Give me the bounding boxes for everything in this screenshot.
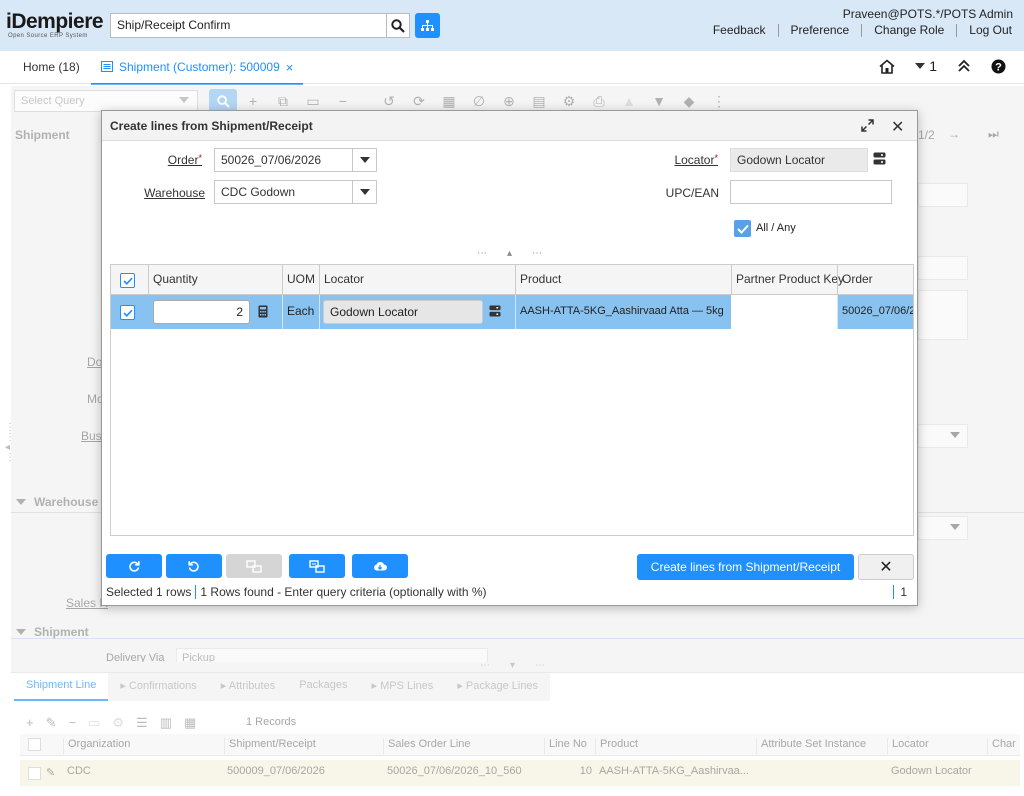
cell-order: 50026_07/06/2026 bbox=[837, 295, 913, 329]
status-count: 1 bbox=[893, 585, 907, 599]
user-info: Praveen@POTS.*/POTS Admin bbox=[842, 7, 1013, 21]
search-button[interactable] bbox=[386, 13, 410, 38]
cancel-button[interactable]: ✕ bbox=[858, 554, 914, 580]
select-all-icon bbox=[309, 559, 325, 573]
lines-grid: Quantity UOM Locator Product Partner Pro… bbox=[110, 264, 914, 536]
close-icon[interactable]: ✕ bbox=[891, 117, 904, 137]
tab-shipment[interactable]: Shipment (Customer): 500009 × bbox=[91, 51, 304, 85]
undo-icon bbox=[188, 561, 199, 572]
search-icon bbox=[391, 18, 405, 33]
dialog-title: Create lines from Shipment/Receipt bbox=[102, 111, 917, 141]
warehouse-label: Warehouse bbox=[144, 186, 205, 200]
status-bar: Selected 1 rows 1 Rows found - Enter quer… bbox=[106, 585, 487, 599]
upc-ean-input[interactable] bbox=[730, 180, 892, 204]
locator-icon bbox=[873, 152, 886, 165]
select-all-checkbox[interactable] bbox=[120, 273, 135, 288]
header-links: Feedback Preference Change Role Log Out bbox=[701, 24, 1024, 37]
calculator-icon[interactable] bbox=[258, 305, 268, 321]
refresh-button[interactable] bbox=[106, 554, 162, 578]
locator-field[interactable]: Godown Locator bbox=[730, 148, 868, 172]
col-partner-product-key[interactable]: Partner Product Key bbox=[731, 265, 844, 295]
cell-uom: Each bbox=[282, 295, 319, 329]
status-selected: Selected 1 rows bbox=[106, 585, 192, 599]
window-icon bbox=[101, 61, 113, 72]
col-locator[interactable]: Locator bbox=[319, 265, 515, 295]
all-any-label: All / Any bbox=[756, 222, 796, 234]
close-tab-icon[interactable]: × bbox=[286, 60, 294, 83]
col-uom[interactable]: UOM bbox=[282, 265, 319, 295]
col-product[interactable]: Product bbox=[515, 265, 731, 295]
sitemap-icon bbox=[421, 19, 434, 31]
check-icon bbox=[736, 224, 749, 234]
tab-shipment-label: Shipment (Customer): 500009 bbox=[119, 60, 280, 74]
tab-home[interactable]: Home (18) bbox=[23, 60, 80, 74]
quantity-input[interactable]: 2 bbox=[153, 300, 250, 324]
refresh-icon bbox=[129, 561, 140, 572]
chevron-down-icon bbox=[915, 63, 926, 69]
preference-link[interactable]: Preference bbox=[777, 24, 862, 37]
locator-button[interactable] bbox=[873, 152, 886, 168]
required-marker: * bbox=[198, 153, 202, 163]
deselect-all-button[interactable] bbox=[226, 554, 282, 578]
warehouse-dropdown-button[interactable] bbox=[352, 180, 376, 204]
locator-icon bbox=[489, 305, 501, 317]
logo-text: iDempiere bbox=[6, 10, 104, 33]
window-nav-icons: 1 ? bbox=[879, 58, 1006, 74]
check-icon bbox=[122, 277, 133, 285]
all-any-checkbox[interactable] bbox=[734, 220, 751, 237]
global-search-input[interactable]: Ship/Receipt Confirm bbox=[110, 13, 387, 38]
required-marker: * bbox=[714, 153, 718, 163]
col-quantity[interactable]: Quantity bbox=[148, 265, 282, 295]
chevron-down-icon bbox=[359, 189, 370, 195]
feedback-link[interactable]: Feedback bbox=[701, 24, 778, 37]
locator-button[interactable] bbox=[489, 305, 501, 320]
help-icon[interactable]: ? bbox=[991, 59, 1006, 74]
cell-product: AASH-ATTA-5KG_Aashirvaad Atta — 5kg bbox=[515, 295, 731, 329]
export-button[interactable] bbox=[352, 554, 408, 578]
logout-link[interactable]: Log Out bbox=[956, 24, 1024, 37]
change-role-link[interactable]: Change Role bbox=[861, 24, 956, 37]
window-count: 1 bbox=[929, 58, 937, 74]
order-label: Order* bbox=[142, 153, 202, 167]
menu-tree-button[interactable] bbox=[415, 13, 440, 38]
maximize-icon[interactable] bbox=[861, 119, 874, 135]
check-icon bbox=[122, 309, 133, 317]
logo-subtext: Open Source ERP System bbox=[8, 33, 88, 39]
create-lines-button[interactable]: Create lines from Shipment/Receipt bbox=[637, 554, 854, 580]
row-checkbox[interactable] bbox=[120, 305, 135, 320]
locator-label: Locator* bbox=[658, 153, 718, 167]
create-lines-dialog: Create lines from Shipment/Receipt ✕ Ord… bbox=[101, 110, 918, 606]
deselect-icon bbox=[246, 559, 262, 573]
upc-label: UPC/EAN bbox=[665, 186, 719, 200]
status-message: 1 Rows found - Enter query criteria (opt… bbox=[195, 585, 487, 599]
order-dropdown-button[interactable] bbox=[352, 148, 376, 172]
window-list-dropdown[interactable]: 1 bbox=[915, 58, 937, 74]
col-order[interactable]: Order bbox=[837, 265, 913, 295]
home-icon[interactable] bbox=[879, 58, 895, 74]
collapse-up-icon[interactable] bbox=[957, 59, 971, 73]
order-label-text: Order bbox=[167, 153, 199, 167]
select-all-button[interactable] bbox=[289, 554, 345, 578]
chevron-down-icon bbox=[359, 157, 370, 163]
cloud-download-icon bbox=[374, 561, 387, 570]
splitter-handle[interactable]: ⋯ ▴ ⋯ bbox=[102, 249, 917, 260]
grid-header: Quantity UOM Locator Product Partner Pro… bbox=[111, 265, 913, 295]
locator-label-text: Locator bbox=[674, 153, 715, 167]
cell-partner-product-key bbox=[731, 295, 837, 329]
close-icon: ✕ bbox=[879, 559, 893, 576]
locator-cell-input[interactable]: Godown Locator bbox=[323, 300, 483, 324]
table-row[interactable]: 2 Each Godown Locator AASH-ATTA-5KG_Aash… bbox=[111, 295, 913, 329]
idempiere-logo[interactable]: iDempiere Open Source ERP System bbox=[6, 10, 104, 40]
reset-button[interactable] bbox=[166, 554, 222, 578]
svg-text:?: ? bbox=[995, 61, 1002, 73]
